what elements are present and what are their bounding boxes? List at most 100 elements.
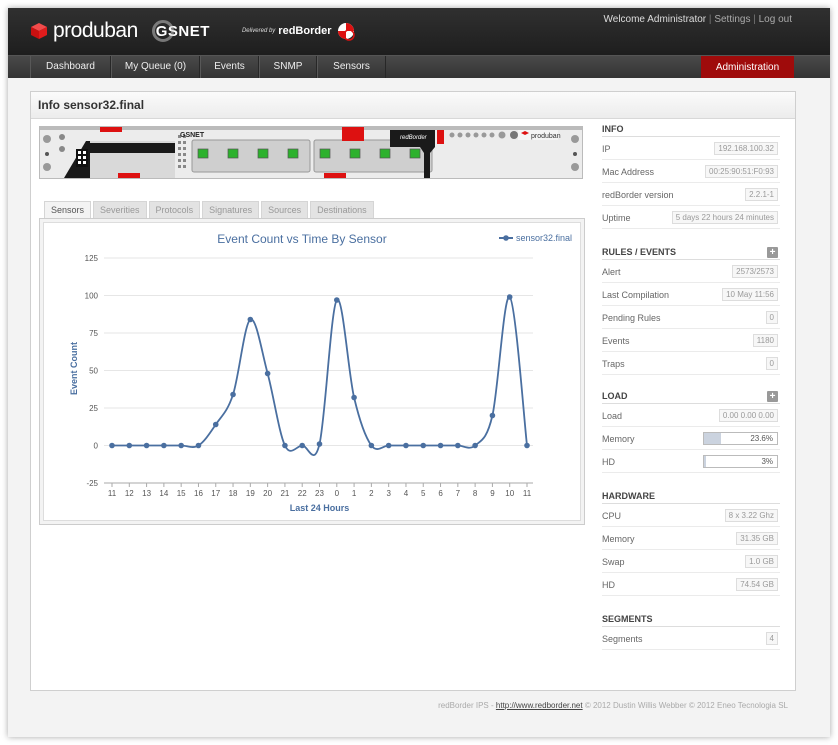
row-label: HD [602,580,615,590]
row-value: 0.00 0.00 0.00 [718,409,778,422]
x-tick-label: 2 [369,489,374,498]
header: produban GSNET Delivered by redBorder We… [8,8,830,55]
server-rack-image: GSNET redBorder produban [40,127,582,178]
row-label: IP [602,144,611,154]
nav-dashboard[interactable]: Dashboard [30,56,111,78]
row-value: 00:25:90:51:F0:93 [705,165,778,178]
device-label-badge: redBorder [400,135,428,141]
nav-my-queue[interactable]: My Queue (0) [111,56,200,78]
expand-plus-icon[interactable]: + [767,247,778,258]
data-point [489,412,496,419]
hd-progress-bar: 3% [703,455,778,468]
segments-row: Segments 4 [602,627,780,650]
y-tick-label: 75 [89,329,98,338]
logo-area: produban GSNET Delivered by redBorder [30,18,356,44]
y-tick-label: 125 [85,254,99,263]
data-point [230,391,236,398]
row-label: Mac Address [602,167,655,177]
data-point [212,421,219,428]
info-row-version: redBorder version 2.2.1-1 [602,183,780,206]
x-tick-label: 13 [142,489,151,498]
rules-title: RULES / EVENTS + [602,245,780,260]
row-label: Uptime [602,213,631,223]
vendor-name: redBorder [278,25,332,37]
data-point [299,442,306,449]
data-point [437,442,444,449]
hardware-title-text: HARDWARE [602,491,655,501]
row-label: HD [602,457,615,467]
hardware-section: HARDWARE CPU 8 x 3.22 Ghz Memory 31.35 GB … [602,489,780,596]
data-point [126,442,133,449]
tab-sources[interactable]: Sources [261,201,309,218]
x-tick-label: 19 [246,489,255,498]
load-title: LOAD + [602,389,780,404]
rules-row-events: Events 1180 [602,329,780,352]
delivered-by-label: Delivered by [241,28,276,34]
load-row-memory: Memory 23.6% [602,427,780,450]
data-point [351,394,357,401]
row-value: 74.54 GB [736,578,778,591]
row-value: 8 x 3.22 Ghz [724,509,778,522]
row-label: Traps [602,359,625,369]
data-point [264,370,271,377]
gsnet-logo: GSNET [151,20,210,42]
device-label-brand: produban [531,133,561,140]
row-value: 5 days 22 hours 24 minutes [671,211,778,224]
x-tick-label: 3 [386,489,391,498]
x-tick-label: 9 [490,489,495,498]
row-value: 4 [765,632,778,645]
chart-title: Event Count vs Time By Sensor [217,232,386,246]
top-links: Welcome Administrator | Settings | Log o… [604,14,793,25]
y-axis-title: Event Count [69,342,79,395]
row-label: Memory [602,534,635,544]
x-tick-label: 1 [352,489,357,498]
tab-protocols[interactable]: Protocols [148,201,201,218]
data-point [178,442,184,449]
rules-row-alert: Alert 2573/2573 [602,260,780,283]
x-tick-label: 15 [177,489,186,498]
x-tick-label: 0 [335,489,340,498]
tab-sensors[interactable]: Sensors [44,201,92,219]
row-label: redBorder version [602,190,674,200]
x-tick-label: 11 [523,489,532,498]
footer-link[interactable]: http://www.redborder.net [496,701,583,710]
tab-severities[interactable]: Severities [93,201,147,218]
chart-container: -25 0 25 50 75 100 125 11 12 13 14 15 16 17 18 19 20 21 22… [39,218,585,525]
tab-destinations[interactable]: Destinations [310,201,374,218]
row-label: Events [602,336,630,346]
row-value: 1180 [752,334,778,347]
segments-title: SEGMENTS [602,612,780,627]
settings-link[interactable]: Settings [714,14,750,25]
tab-signatures[interactable]: Signatures [202,201,260,218]
row-label: Memory [602,434,635,444]
nav-sensors[interactable]: Sensors [317,56,386,78]
welcome-text: Welcome Administrator [603,14,707,25]
nav-administration[interactable]: Administration [701,56,794,78]
device-front-panel: GSNET redBorder produban [39,126,583,179]
load-section: LOAD + Load 0.00 0.00 0.00 Memory 23.6% HD… [602,389,780,473]
row-value: 0 [765,311,778,324]
data-point [161,442,167,449]
data-point [472,442,478,449]
expand-plus-icon[interactable]: + [767,391,778,402]
logout-link[interactable]: Log out [759,14,792,25]
data-point [109,442,115,449]
load-row-hd: HD 3% [602,450,780,473]
y-tick-label: 25 [89,404,98,413]
info-row-uptime: Uptime 5 days 22 hours 24 minutes [602,206,780,229]
x-tick-label: 14 [159,489,168,498]
info-row-mac: Mac Address 00:25:90:51:F0:93 [602,160,780,183]
data-point [506,294,513,300]
hardware-row-cpu: CPU 8 x 3.22 Ghz [602,504,780,527]
data-point [385,442,392,449]
x-tick-label: 22 [298,489,307,498]
data-point [455,442,461,449]
row-value: 10 May 11:56 [722,288,778,301]
rules-row-last-compilation: Last Compilation 10 May 11:56 [602,283,780,306]
nav-events[interactable]: Events [200,56,259,78]
memory-progress-fill [704,433,722,444]
nav-snmp[interactable]: SNMP [259,56,317,78]
load-row-load: Load 0.00 0.00 0.00 [602,404,780,427]
info-section: INFO IP 192.168.100.32 Mac Address 00:25:9… [602,122,780,229]
footer-copyright: © 2012 Dustin Willis Webber © 2012 Eneo … [582,701,788,710]
